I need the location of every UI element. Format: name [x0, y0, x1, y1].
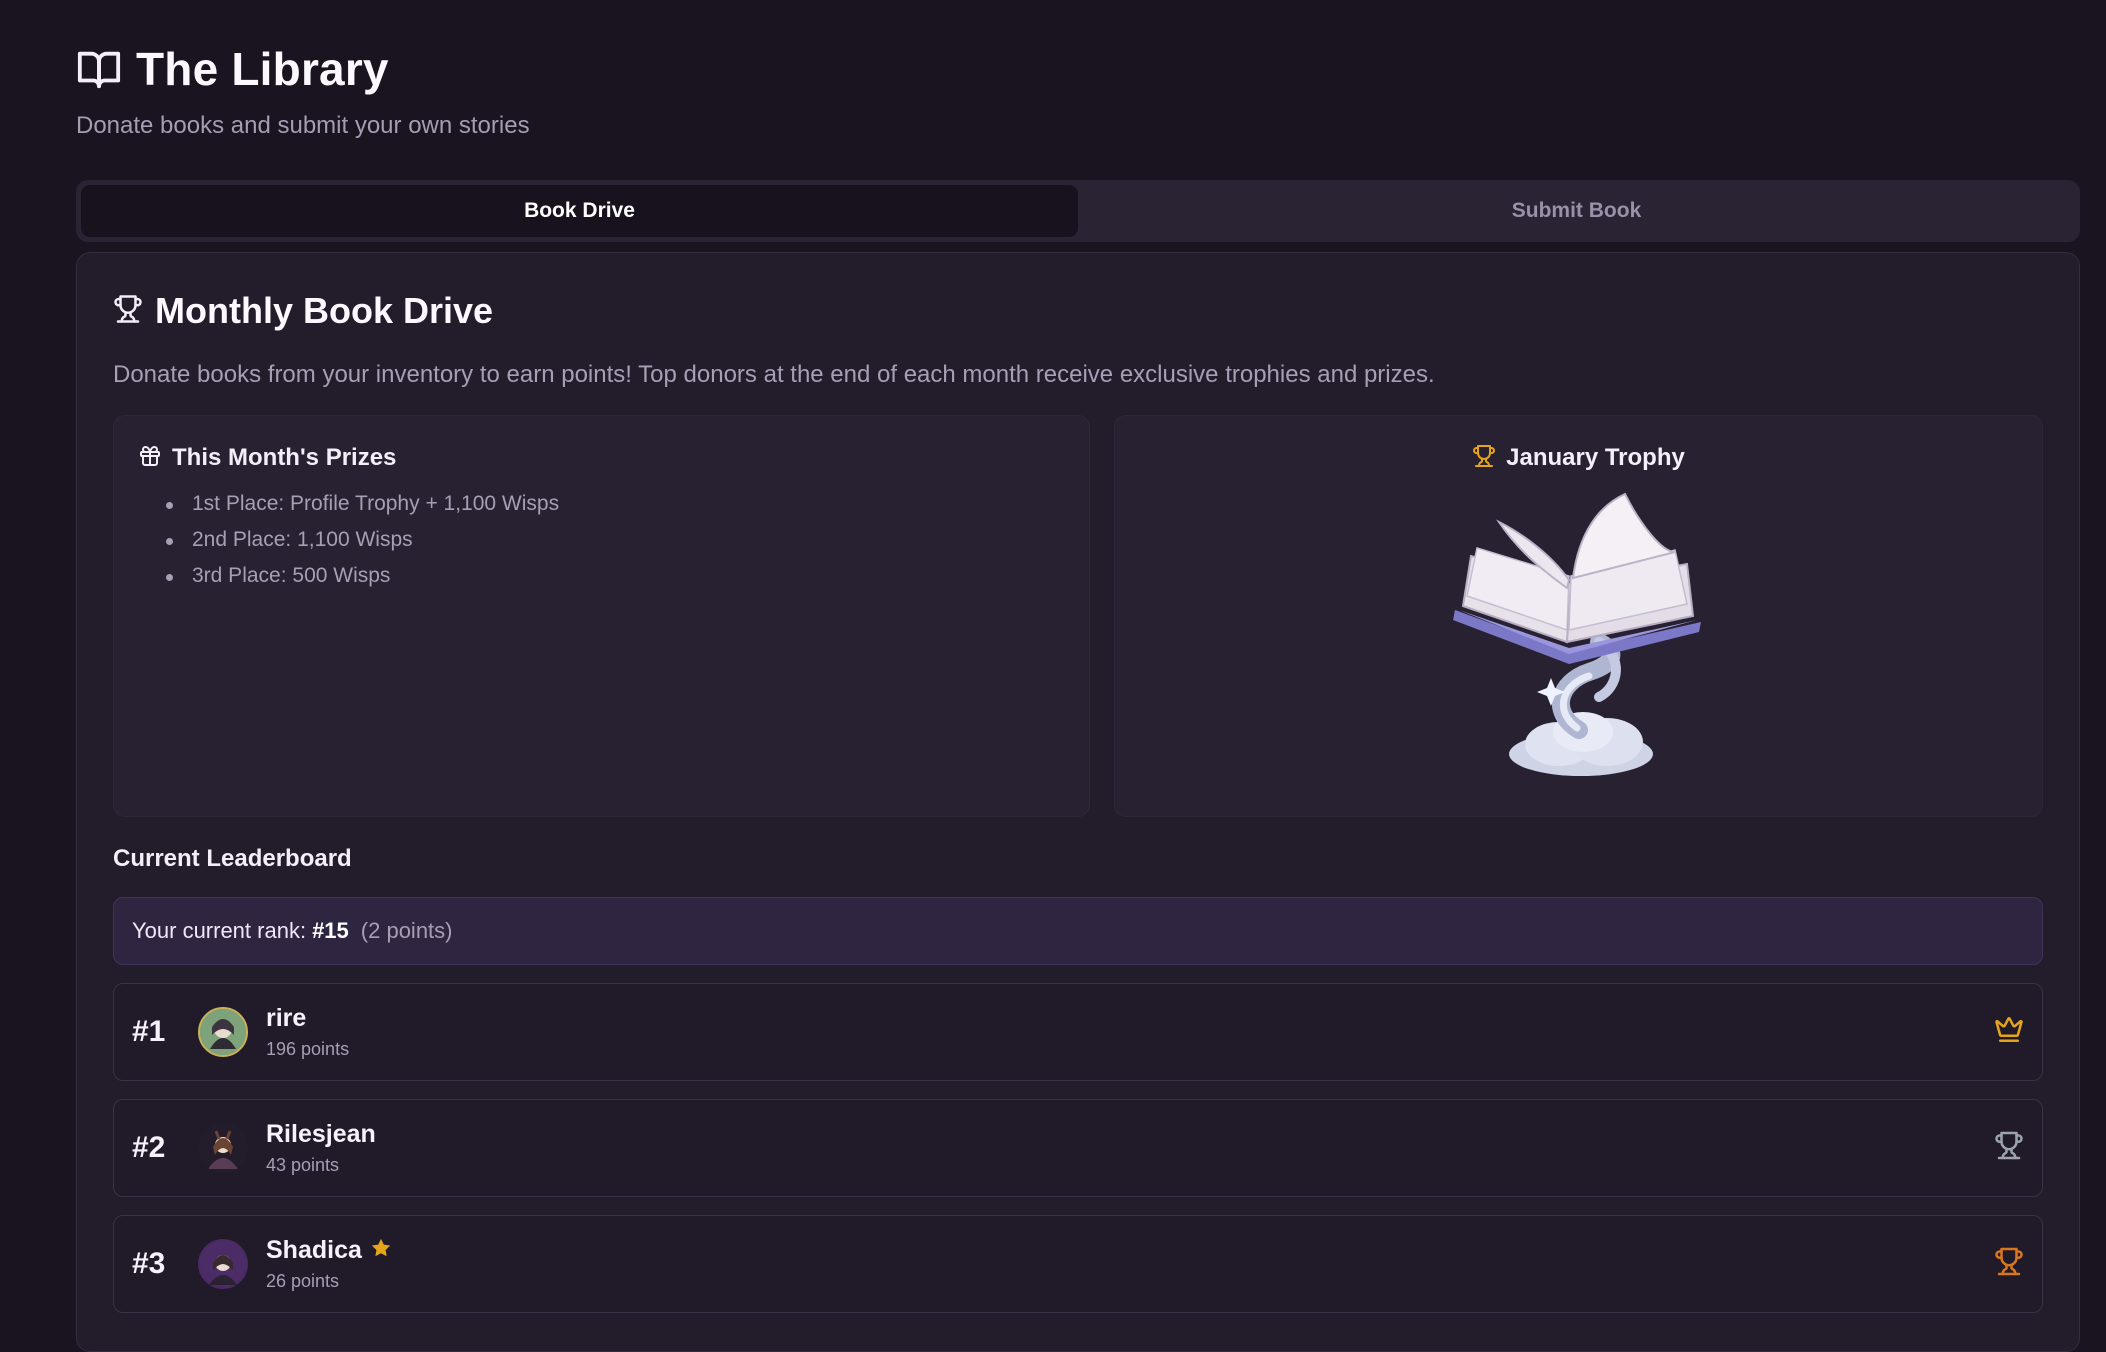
- library-page: The Library Donate books and submit your…: [76, 40, 2080, 1352]
- page-subtitle: Donate books and submit your own stories: [76, 112, 530, 139]
- trophy-icon: [113, 294, 143, 329]
- trophy-icon: [1994, 1247, 2024, 1282]
- leaderboard-user: rire 196 points: [266, 1004, 349, 1060]
- leaderboard-rank: #1: [132, 1015, 166, 1048]
- leaderboard-name-row: Shadica: [266, 1236, 392, 1265]
- trophy-panel: January Trophy: [1114, 415, 2043, 817]
- leaderboard-user: Shadica 26 points: [266, 1236, 392, 1292]
- card-header: Monthly Book Drive: [113, 289, 2043, 333]
- crown-icon: [1994, 1015, 2024, 1050]
- gift-icon: [138, 444, 162, 473]
- trophy-title: January Trophy: [1506, 444, 1685, 471]
- leaderboard-row[interactable]: #2 Rilesjean 43 points: [113, 1099, 2043, 1197]
- prizes-header: This Month's Prizes: [138, 442, 1065, 474]
- prize-item: 2nd Place: 1,100 Wisps: [166, 522, 1065, 558]
- book-drive-card: Monthly Book Drive Donate books from you…: [76, 252, 2080, 1352]
- prize-list: 1st Place: Profile Trophy + 1,100 Wisps …: [138, 486, 1065, 594]
- leaderboard-rank: #3: [132, 1247, 166, 1280]
- card-description: Donate books from your inventory to earn…: [113, 361, 1435, 388]
- avatar[interactable]: [198, 1007, 248, 1057]
- avatar[interactable]: [198, 1239, 248, 1289]
- leaderboard-name[interactable]: Shadica: [266, 1236, 362, 1265]
- trophy-image: [1449, 492, 1709, 797]
- tab-book-drive[interactable]: Book Drive: [81, 185, 1078, 237]
- current-rank-prefix: Your current rank:: [132, 918, 307, 943]
- leaderboard-name[interactable]: Rilesjean: [266, 1120, 376, 1149]
- avatar[interactable]: [198, 1123, 248, 1173]
- leaderboard-points: 26 points: [266, 1271, 340, 1291]
- info-panels: This Month's Prizes 1st Place: Profile T…: [113, 415, 2043, 817]
- leaderboard-name-row: rire: [266, 1004, 349, 1033]
- tab-bar: Book Drive Submit Book: [76, 180, 2080, 242]
- star-icon: [370, 1237, 392, 1264]
- trophy-icon: [1994, 1131, 2024, 1166]
- leaderboard-user: Rilesjean 43 points: [266, 1120, 376, 1176]
- book-open-icon: [76, 46, 122, 92]
- current-rank-value: #15: [312, 918, 349, 943]
- leaderboard-row[interactable]: #3 Shadica 26 points: [113, 1215, 2043, 1313]
- current-rank-banner: Your current rank: #15 (2 points): [113, 897, 2043, 965]
- tab-submit-book[interactable]: Submit Book: [1078, 185, 2075, 237]
- card-title: Monthly Book Drive: [155, 290, 494, 331]
- prizes-title: This Month's Prizes: [172, 444, 397, 471]
- leaderboard-row[interactable]: #1 rire 196 points: [113, 983, 2043, 1081]
- prizes-panel: This Month's Prizes 1st Place: Profile T…: [113, 415, 1090, 817]
- prize-item: 3rd Place: 500 Wisps: [166, 558, 1065, 594]
- leaderboard-name[interactable]: rire: [266, 1004, 306, 1033]
- leaderboard-points: 196 points: [266, 1039, 350, 1059]
- leaderboard-name-row: Rilesjean: [266, 1120, 376, 1149]
- trophy-icon: [1472, 444, 1496, 473]
- page-title: The Library: [136, 43, 389, 95]
- prize-item: 1st Place: Profile Trophy + 1,100 Wisps: [166, 486, 1065, 522]
- trophy-header: January Trophy: [1472, 442, 1685, 474]
- page-header: The Library: [76, 40, 2080, 98]
- leaderboard-rank: #2: [132, 1131, 166, 1164]
- leaderboard-title: Current Leaderboard: [113, 845, 352, 872]
- current-rank-points: (2 points): [360, 918, 453, 943]
- leaderboard-points: 43 points: [266, 1155, 340, 1175]
